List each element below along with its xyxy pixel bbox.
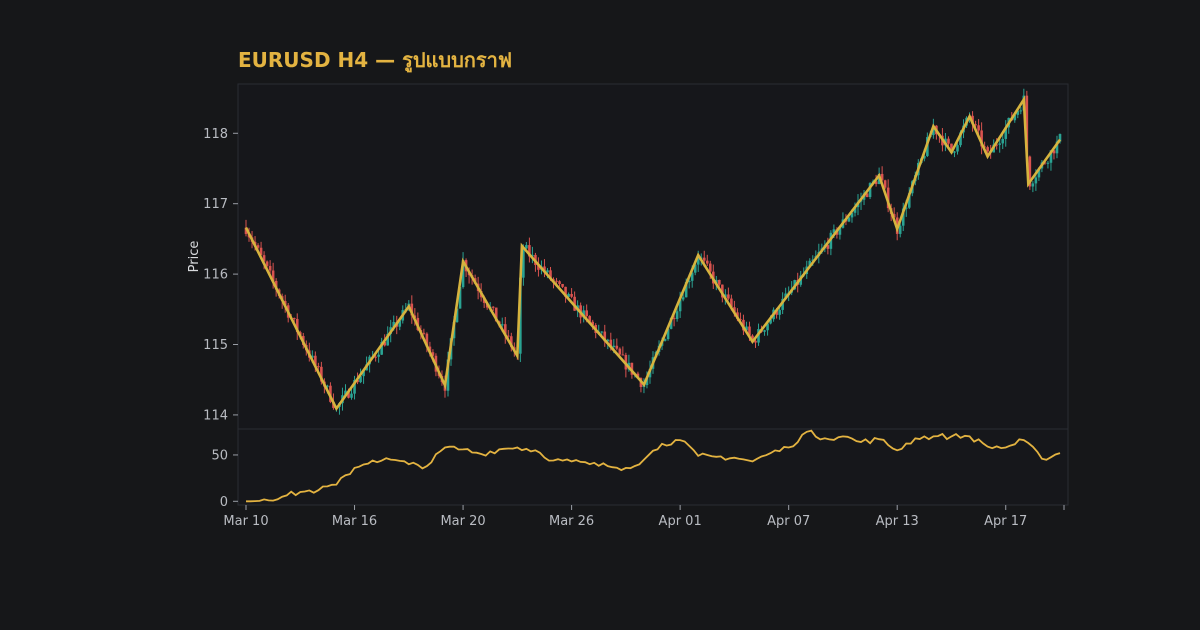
candle-up bbox=[600, 331, 604, 333]
candle-down bbox=[292, 317, 296, 319]
y-axis-label: Price bbox=[187, 241, 202, 273]
candle-down bbox=[883, 180, 887, 188]
chart-stage: EURUSD H4 — รูปแบบกราฟ 114 115 116 117 118 0 5… bbox=[0, 0, 1200, 630]
candle-down bbox=[268, 265, 272, 271]
candle-up bbox=[675, 311, 679, 319]
candle-up bbox=[1046, 162, 1050, 164]
indicator-panel bbox=[237, 428, 1069, 506]
x-tick-label: Apr 07 bbox=[767, 514, 810, 529]
candle-down bbox=[702, 257, 706, 261]
candle-down bbox=[558, 281, 561, 284]
candle-down bbox=[705, 260, 709, 264]
candle-down bbox=[672, 318, 676, 320]
candle-up bbox=[681, 297, 685, 300]
candle-up bbox=[1019, 110, 1023, 112]
candle-down bbox=[947, 138, 950, 144]
indicator-tick-label: 50 bbox=[211, 448, 228, 463]
candle-down bbox=[491, 306, 495, 308]
candle-down bbox=[718, 279, 721, 285]
x-tick-label: Apr 01 bbox=[659, 514, 702, 529]
candle-up bbox=[763, 330, 766, 332]
candlestick-chart: 114 115 116 117 118 0 50 Price Mar 10 Mar 16 Mar 2… bbox=[187, 83, 1069, 529]
candle-down bbox=[561, 283, 564, 287]
y-tick-label: 115 bbox=[203, 338, 228, 353]
candle-down bbox=[727, 294, 730, 299]
candle-up bbox=[350, 393, 353, 398]
x-tick-label: Mar 20 bbox=[440, 514, 485, 529]
candle-down bbox=[615, 345, 619, 349]
candle-down bbox=[317, 366, 320, 368]
candle-down bbox=[374, 356, 377, 358]
candle-down bbox=[621, 354, 625, 356]
x-tick-label: Mar 26 bbox=[549, 514, 594, 529]
candle-down bbox=[986, 147, 989, 152]
candle-up bbox=[1001, 138, 1005, 144]
y-tick-label: 118 bbox=[203, 127, 228, 142]
candle-up bbox=[525, 245, 528, 249]
candle-down bbox=[555, 280, 558, 282]
y-tick-label: 114 bbox=[203, 408, 228, 423]
x-tick-label: Apr 17 bbox=[984, 514, 1027, 529]
candle-up bbox=[612, 345, 616, 347]
x-tick-label: Mar 10 bbox=[223, 514, 268, 529]
candle-up bbox=[998, 143, 1002, 145]
x-tick-label: Mar 16 bbox=[332, 514, 377, 529]
candle-down bbox=[977, 125, 980, 131]
candle-down bbox=[570, 293, 573, 297]
candle-up bbox=[500, 324, 504, 326]
y-tick-label: 117 bbox=[203, 197, 228, 212]
candle-up bbox=[1034, 177, 1038, 184]
candle-down bbox=[585, 310, 588, 317]
candle-down bbox=[618, 348, 622, 355]
y-tick-label: 116 bbox=[203, 268, 228, 283]
candle-up bbox=[377, 354, 380, 357]
candle-down bbox=[422, 332, 426, 334]
candle-up bbox=[956, 145, 959, 152]
candle-up bbox=[1031, 183, 1035, 187]
indicator-tick-label: 0 bbox=[220, 495, 228, 510]
candle-down bbox=[708, 263, 712, 272]
x-tick-label: Apr 13 bbox=[876, 514, 919, 529]
candle-up bbox=[778, 309, 781, 315]
candle-up bbox=[953, 151, 956, 153]
